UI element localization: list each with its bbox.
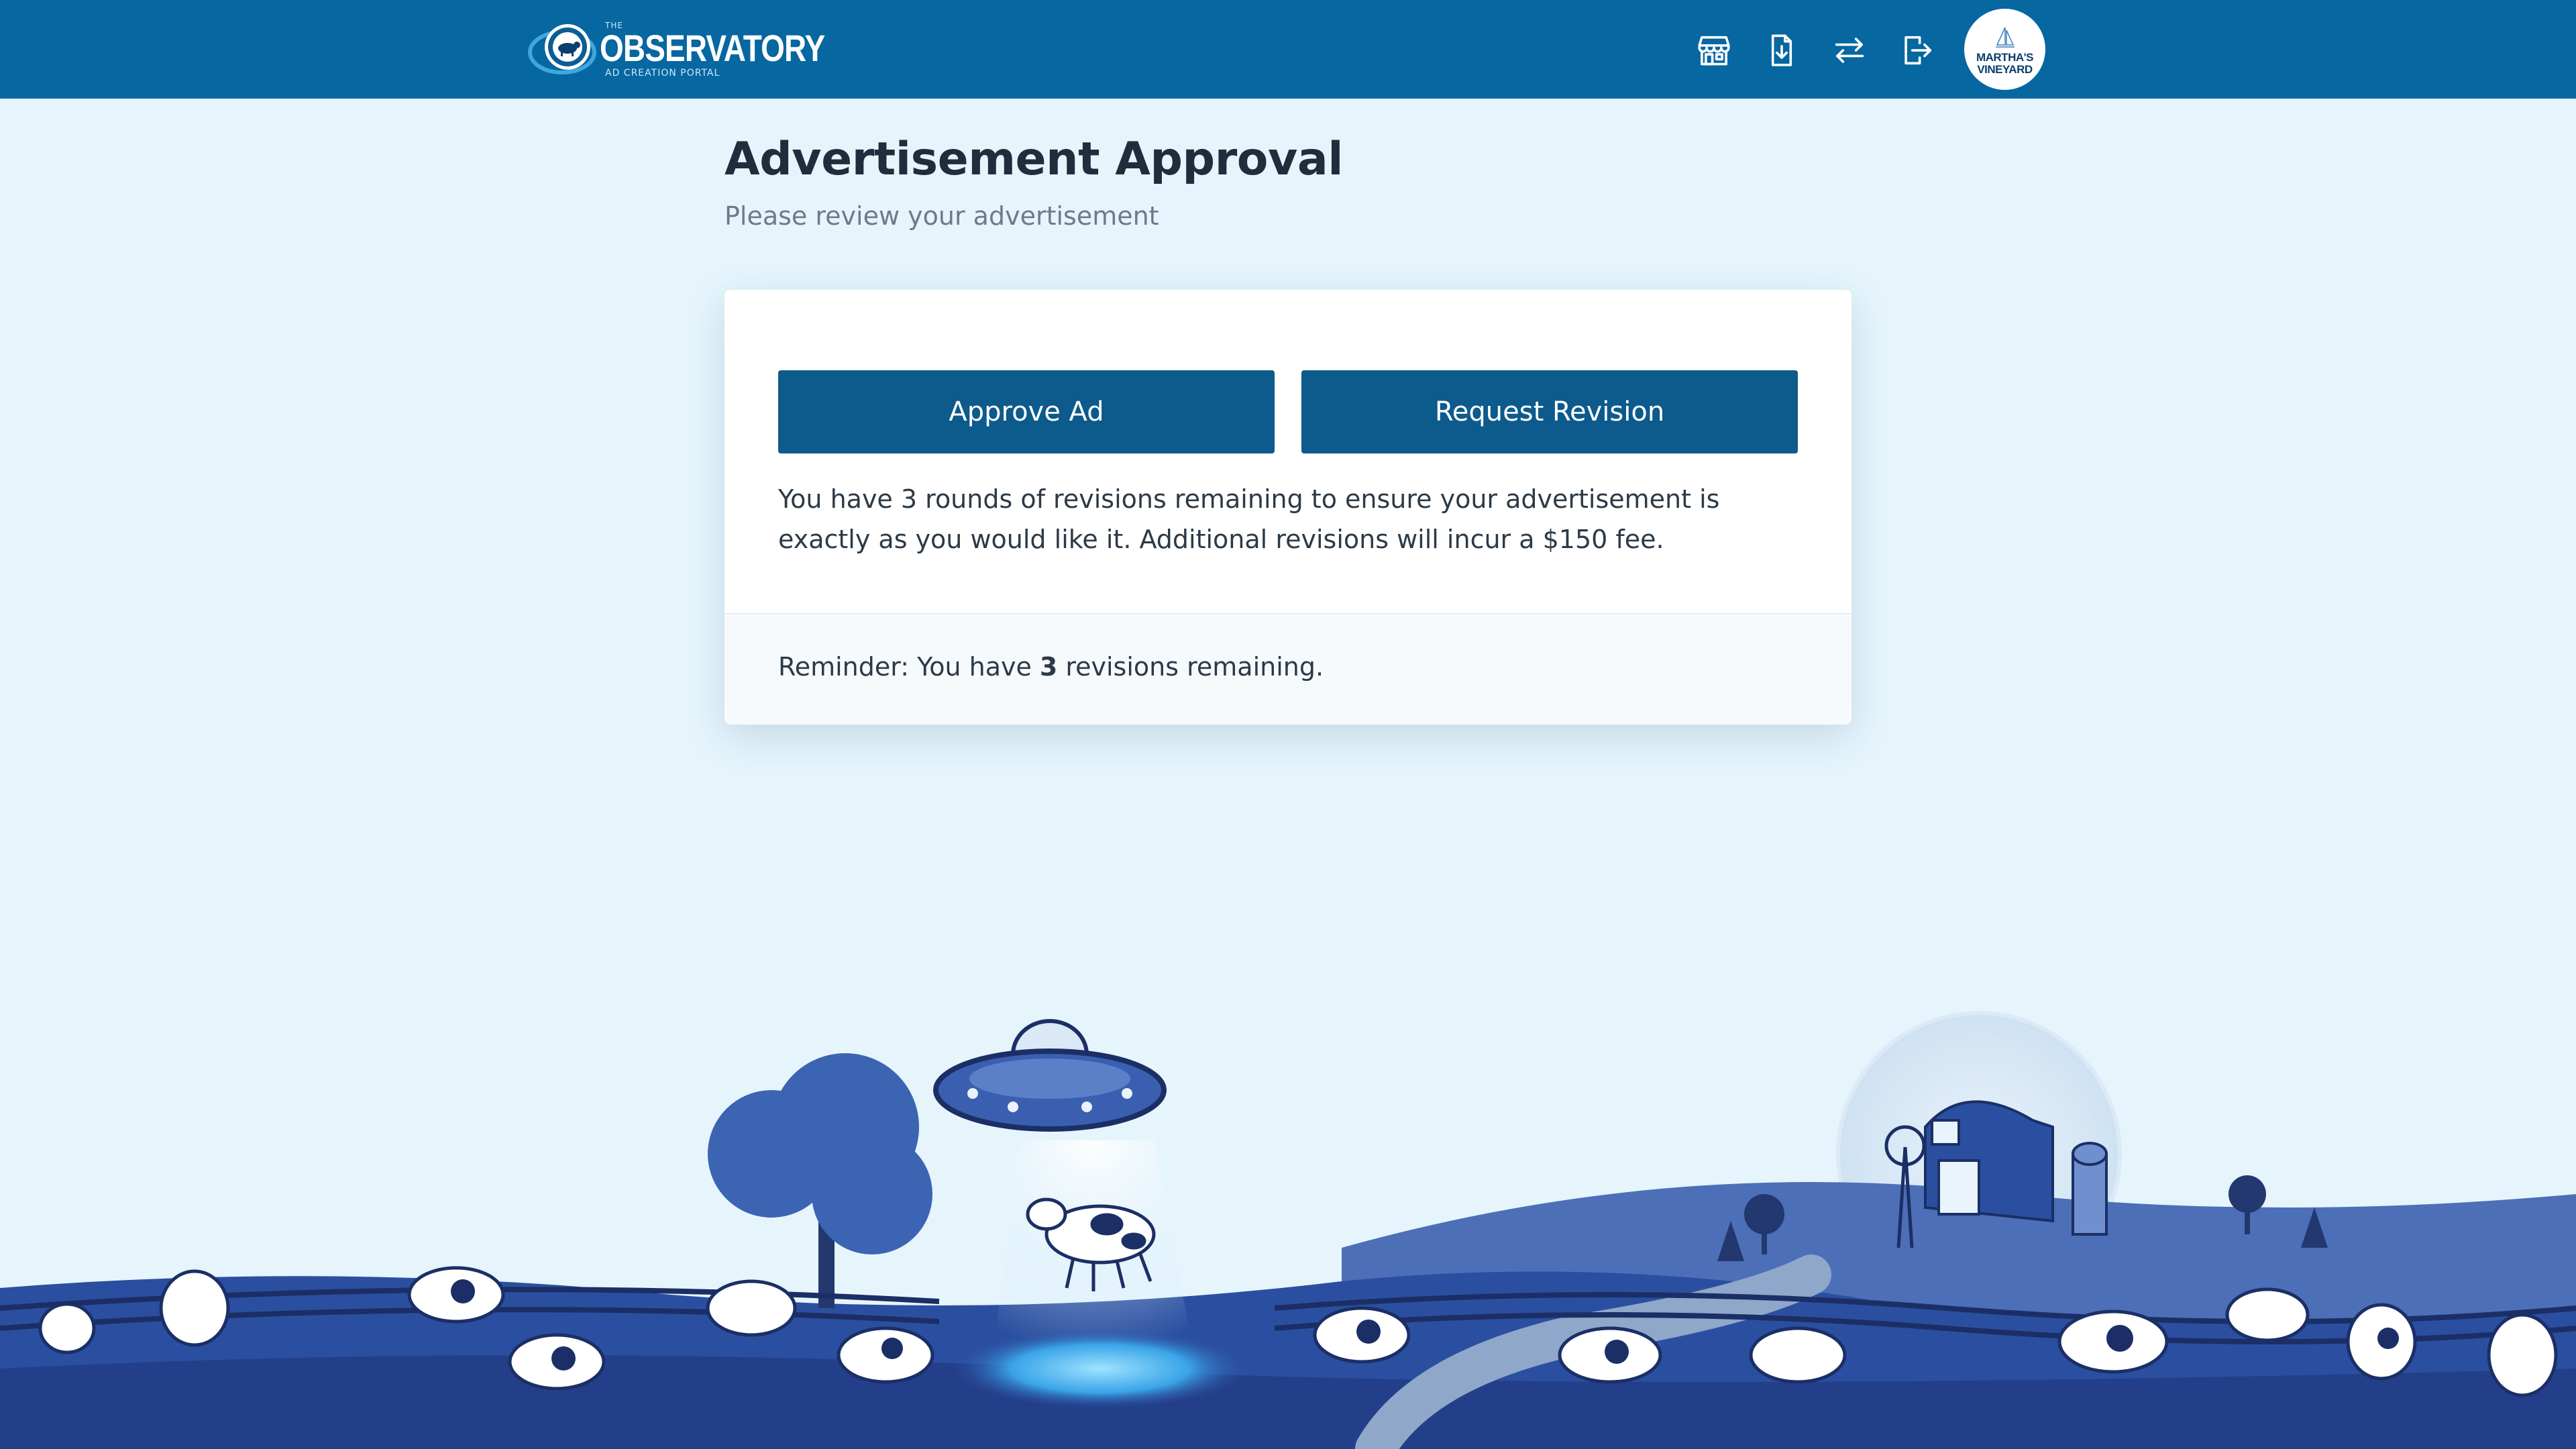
farm-ufo-illustration bbox=[0, 1011, 2576, 1449]
client-avatar[interactable]: MARTHA'S VINEYARD bbox=[1964, 9, 2045, 90]
avatar-line-1: MARTHA'S bbox=[1976, 50, 2034, 64]
page-subtitle: Please review your advertisement bbox=[724, 201, 1159, 231]
ufo-cow-logo-icon bbox=[528, 24, 596, 74]
card-footer: Reminder: You have 3 revisions remaining… bbox=[724, 613, 1851, 724]
reminder-prefix: Reminder: You have bbox=[778, 652, 1032, 682]
oak-tree bbox=[708, 1053, 932, 1308]
reminder-count: 3 bbox=[1039, 652, 1058, 682]
logo-title: OBSERVATORY bbox=[600, 27, 825, 69]
beam-glow-pool bbox=[953, 1328, 1248, 1409]
reminder-suffix: revisions remaining. bbox=[1065, 652, 1324, 682]
approval-card: Approve Ad Request Revision You have 3 r… bbox=[724, 290, 1851, 724]
download-file-icon bbox=[1771, 34, 1792, 66]
request-revision-button[interactable]: Request Revision bbox=[1301, 370, 1798, 453]
top-navigation-bar: THE OBSERVATORY AD CREATION PORTAL MARTH… bbox=[0, 0, 2576, 99]
storefront-button[interactable] bbox=[1690, 27, 1737, 74]
logo-subtitle: AD CREATION PORTAL bbox=[605, 68, 720, 78]
swap-arrows-icon bbox=[1835, 38, 1864, 63]
sailboat-icon bbox=[1995, 27, 2015, 48]
avatar-line-2: VINEYARD bbox=[1977, 62, 2033, 76]
switch-account-button[interactable] bbox=[1826, 27, 1873, 74]
silo bbox=[2072, 1142, 2108, 1236]
approve-ad-button[interactable]: Approve Ad bbox=[778, 370, 1275, 453]
header-icon-nav bbox=[1690, 27, 1962, 74]
ufo-saucer bbox=[933, 1019, 1167, 1132]
logout-button[interactable] bbox=[1894, 27, 1941, 74]
revision-policy-text: You have 3 rounds of revisions remaining… bbox=[778, 484, 1720, 554]
page-title: Advertisement Approval bbox=[724, 133, 1344, 186]
storefront-icon bbox=[1698, 36, 1730, 66]
barn bbox=[1924, 1100, 2054, 1223]
logout-icon bbox=[1904, 36, 1932, 65]
observatory-logo[interactable]: THE OBSERVATORY AD CREATION PORTAL bbox=[527, 15, 825, 85]
revision-reminder: Reminder: You have 3 revisions remaining… bbox=[778, 652, 1324, 682]
download-document-button[interactable] bbox=[1758, 27, 1805, 74]
